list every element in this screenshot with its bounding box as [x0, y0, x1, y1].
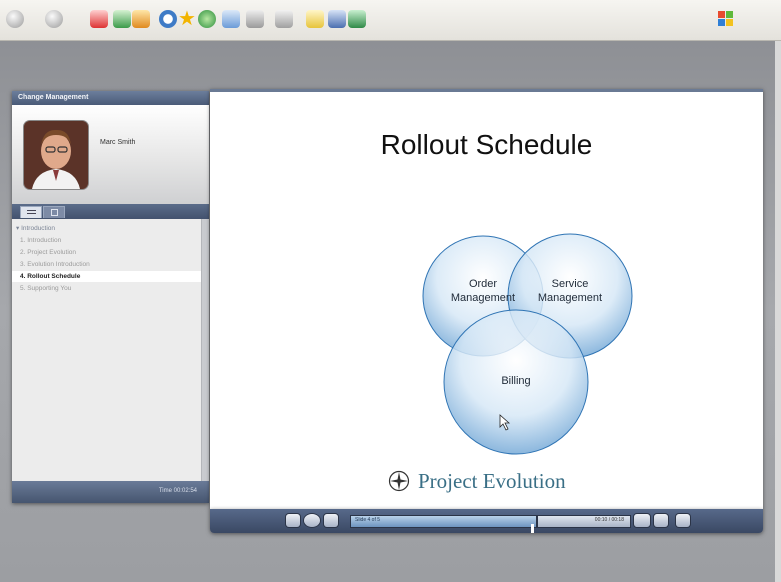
home-icon[interactable]	[132, 10, 150, 28]
tab-notes[interactable]	[43, 206, 65, 218]
presentation-sidebar: Change Management Marc Smith ▾ Introduct…	[12, 91, 209, 503]
fullscreen-icon[interactable]	[676, 514, 690, 527]
favorites-icon[interactable]: ★	[178, 9, 196, 29]
venn-diagram: Order Management Service Management Billing	[422, 233, 633, 455]
outline-item[interactable]: 3. Evolution Introduction	[12, 259, 201, 270]
slide-counter: Slide 4 of 5	[355, 517, 381, 523]
outline-item[interactable]: 1. Introduction	[12, 235, 201, 246]
check-icon[interactable]	[634, 514, 650, 527]
browser-toolbar: ★	[0, 0, 781, 41]
volume-icon[interactable]	[654, 514, 668, 527]
forward-icon[interactable]	[45, 10, 63, 28]
stop-icon[interactable]	[90, 10, 108, 28]
tab-outline[interactable]	[20, 206, 42, 218]
outline-item[interactable]: ▾ Introduction	[12, 223, 201, 234]
search-icon[interactable]	[159, 10, 177, 28]
seek-bar[interactable]: Slide 4 of 5	[350, 515, 537, 533]
page-scrollbar[interactable]	[775, 41, 781, 582]
mail-icon[interactable]	[222, 10, 240, 28]
outline-item[interactable]: 2. Project Evolution	[12, 247, 201, 258]
elapsed-time: Time 00:02:54	[158, 488, 197, 494]
avatar	[24, 121, 88, 189]
windows-flag-icon	[710, 8, 781, 30]
edit-icon[interactable]	[275, 10, 293, 28]
outline-item[interactable]: 4. Rollout Schedule	[12, 271, 201, 282]
sidebar-footer: Time 00:02:54	[12, 481, 209, 503]
venn-label-line: Billing	[501, 375, 530, 387]
project-logo: Project Evolution	[388, 466, 566, 496]
time-display: 00:10 / 00:18	[537, 515, 631, 528]
back-icon[interactable]	[6, 10, 24, 28]
discuss-icon[interactable]	[306, 10, 324, 28]
print-icon[interactable]	[246, 10, 264, 28]
outline-list: ▾ Introduction 1. Introduction 2. Project …	[12, 219, 201, 481]
previous-icon[interactable]	[286, 514, 300, 527]
seek-handle[interactable]	[531, 524, 534, 533]
slide-canvas: Rollout Schedule Order Management Service M…	[210, 89, 763, 509]
compass-icon	[388, 470, 410, 492]
outline-scrollbar[interactable]	[201, 219, 209, 481]
logo-text: Project Evolution	[418, 468, 566, 493]
venn-label-line: Management	[538, 292, 602, 304]
notes-icon	[51, 209, 58, 216]
refresh-icon[interactable]	[113, 10, 131, 28]
presenter-name: Marc Smith	[100, 139, 136, 146]
research-icon[interactable]	[328, 10, 346, 28]
player-controls: Slide 4 of 5 00:10 / 00:18	[210, 509, 763, 533]
sidebar-tabs	[12, 204, 209, 219]
venn-label: Billing	[501, 375, 530, 387]
venn-label-line: Service	[552, 278, 589, 290]
list-icon	[27, 210, 36, 211]
outline-item[interactable]: 5. Supporting You	[12, 283, 201, 294]
messenger-icon[interactable]	[348, 10, 366, 28]
venn-label-line: Management	[451, 292, 515, 304]
time-readout: 00:10 / 00:18	[594, 517, 624, 523]
presenter-card: Marc Smith	[12, 105, 209, 204]
next-icon[interactable]	[324, 514, 338, 527]
play-icon[interactable]	[304, 514, 320, 527]
venn-label-line: Order	[469, 278, 497, 290]
history-icon[interactable]	[198, 10, 216, 28]
course-title: Change Management	[12, 91, 209, 105]
